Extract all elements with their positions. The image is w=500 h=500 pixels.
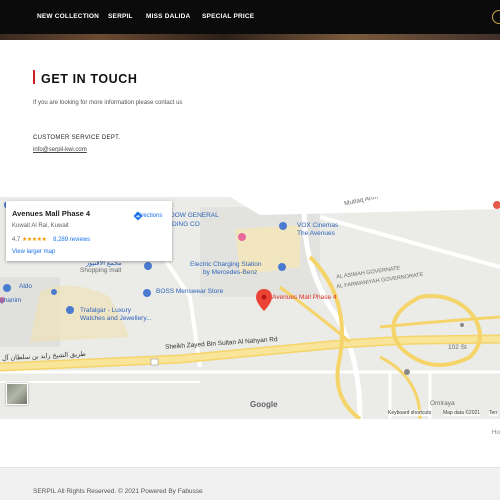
reviews-link[interactable]: 8,289 reviews	[53, 237, 90, 243]
map-label-charging-1: Electric Charging Station	[190, 261, 262, 268]
top-navigation: NEW COLLECTION SERPIL MISS DALIDA SPECIA…	[0, 0, 500, 34]
nav-new-collection[interactable]: NEW COLLECTION	[37, 13, 99, 20]
place-rating: 4.7 ★★★★★ 8,289 reviews	[12, 236, 90, 243]
map-label-102-st: 102 St	[448, 344, 467, 351]
satellite-toggle-thumbnail[interactable]	[6, 383, 28, 405]
map-info-card: Avenues Mall Phase 4 Kuwait Al Rai, Kuwa…	[6, 201, 172, 261]
map-label-vox-1: VOX Cinemas	[297, 222, 339, 229]
footer-copyright: SERPIL All Rights Reserved. © 2021 Power…	[33, 488, 203, 495]
footer: SERPIL All Rights Reserved. © 2021 Power…	[0, 467, 500, 500]
keyboard-shortcuts-link[interactable]: Keyboard shortcuts	[388, 410, 432, 416]
google-logo[interactable]: Google	[250, 400, 278, 409]
directions-button[interactable]: Directions	[133, 211, 165, 221]
map-label-trafalgar-1: Trafalgar - Luxury	[80, 307, 132, 314]
map-label-shopping-mall: Shopping mall	[80, 267, 122, 274]
nav-miss-dalida[interactable]: MISS DALIDA	[146, 13, 190, 20]
directions-icon	[133, 211, 143, 221]
floating-hint-text: Ho	[491, 429, 500, 436]
map-label-trafalgar-2: Watches and Jewellery...	[80, 315, 152, 322]
customer-service-label: CUSTOMER SERVICE DEPT.	[33, 135, 121, 141]
map-data-attribution: Map data ©2021	[443, 410, 481, 416]
rating-value: 4.7	[12, 237, 21, 243]
email-link[interactable]: info@serpil-kwi.com	[33, 147, 87, 153]
map-label-boss: BOSS Menswear Store	[156, 288, 224, 295]
map-label-woodward: DOW GENERAL	[170, 212, 219, 219]
map-label-ghanim: ghanim	[0, 297, 22, 304]
map-label-marker: Avenues Mall Phase 4	[272, 294, 337, 301]
nav-serpil[interactable]: SERPIL	[108, 13, 133, 20]
embedded-map[interactable]: Mutlaq Ahm DOW GENERAL DING CO VOX Cinem…	[0, 197, 500, 419]
section-title: GET IN TOUCH	[33, 70, 138, 86]
map-label-aldo: Aldo	[19, 283, 33, 290]
brand-logo-icon[interactable]	[492, 10, 500, 24]
section-title-text: GET IN TOUCH	[41, 72, 138, 86]
place-name: Avenues Mall Phase 4	[12, 209, 91, 218]
terms-link[interactable]: Terr	[489, 410, 498, 416]
map-label-vox-2: The Avenues	[297, 230, 335, 237]
contact-intro: If you are looking for more information …	[33, 100, 183, 106]
rating-stars-icon: ★★★★★	[22, 237, 47, 243]
map-label-omiraya: Omiraya	[430, 400, 455, 407]
view-larger-map-link[interactable]: View larger map	[12, 249, 55, 255]
map-label-charging-2: by Mercedes-Benz	[203, 269, 258, 276]
page: NEW COLLECTION SERPIL MISS DALIDA SPECIA…	[0, 0, 500, 500]
map-label-trading: DING CO	[172, 221, 200, 228]
nav-special-price[interactable]: SPECIAL PRICE	[202, 13, 254, 20]
place-address: Kuwait Al Rai, Kuwait	[12, 223, 69, 229]
hero-image-strip	[0, 34, 500, 40]
